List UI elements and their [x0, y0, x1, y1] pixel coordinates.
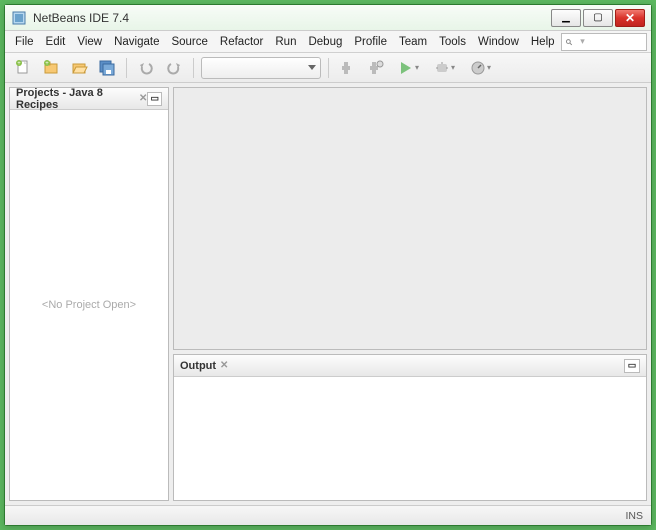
output-panel-title: Output: [180, 360, 216, 372]
close-tab-icon[interactable]: ✕: [220, 360, 228, 371]
menu-view[interactable]: View: [71, 34, 108, 50]
minimize-button[interactable]: ▁: [551, 9, 581, 27]
menu-help[interactable]: Help: [525, 34, 561, 50]
menu-run[interactable]: Run: [269, 34, 302, 50]
content-area: Projects - Java 8 Recipes ✕ ▭ <No Projec…: [5, 83, 651, 505]
run-button[interactable]: ▾: [392, 56, 424, 80]
open-project-button[interactable]: [67, 56, 91, 80]
editor-area[interactable]: [173, 87, 647, 350]
toolbar: + + ▾ ▾ ▾: [5, 53, 651, 83]
projects-panel-title: Projects - Java 8 Recipes: [16, 87, 135, 111]
close-tab-icon[interactable]: ✕: [139, 93, 147, 104]
config-combo[interactable]: [201, 57, 321, 79]
window-title: NetBeans IDE 7.4: [33, 11, 549, 25]
main-area: Output ✕ ▭: [173, 87, 647, 501]
menu-file[interactable]: File: [9, 34, 40, 50]
new-file-button[interactable]: +: [11, 56, 35, 80]
minimize-panel-icon[interactable]: ▭: [624, 359, 640, 373]
redo-button[interactable]: [162, 56, 186, 80]
menu-profile[interactable]: Profile: [348, 34, 393, 50]
menu-team[interactable]: Team: [393, 34, 433, 50]
minimize-panel-icon[interactable]: ▭: [147, 92, 162, 106]
app-icon: [11, 10, 27, 26]
menubar: File Edit View Navigate Source Refactor …: [5, 31, 651, 53]
menu-navigate[interactable]: Navigate: [108, 34, 165, 50]
search-input[interactable]: [593, 36, 643, 48]
profile-button[interactable]: ▾: [464, 56, 496, 80]
projects-panel-header[interactable]: Projects - Java 8 Recipes ✕ ▭: [10, 88, 168, 110]
toolbar-separator: [328, 58, 329, 78]
output-panel: Output ✕ ▭: [173, 354, 647, 501]
menu-window[interactable]: Window: [472, 34, 525, 50]
output-panel-header[interactable]: Output ✕ ▭: [174, 355, 646, 377]
menu-source[interactable]: Source: [165, 34, 213, 50]
new-project-button[interactable]: +: [39, 56, 63, 80]
app-window: NetBeans IDE 7.4 ▁ ▢ ✕ File Edit View Na…: [4, 4, 652, 526]
projects-panel-body: <No Project Open>: [10, 110, 168, 500]
search-dropdown-icon[interactable]: ▾: [574, 34, 591, 49]
debug-button[interactable]: ▾: [428, 56, 460, 80]
titlebar[interactable]: NetBeans IDE 7.4 ▁ ▢ ✕: [5, 5, 651, 31]
clean-build-button[interactable]: [364, 56, 388, 80]
no-project-label: <No Project Open>: [42, 299, 136, 311]
svg-text:+: +: [17, 61, 21, 67]
menu-tools[interactable]: Tools: [433, 34, 472, 50]
close-button[interactable]: ✕: [615, 9, 645, 27]
svg-text:+: +: [45, 61, 49, 67]
statusbar: INS: [5, 505, 651, 525]
toolbar-separator: [126, 58, 127, 78]
search-box[interactable]: ▾: [561, 33, 647, 51]
insert-mode-label[interactable]: INS: [625, 510, 643, 522]
search-icon: [565, 36, 573, 48]
menu-edit[interactable]: Edit: [40, 34, 72, 50]
maximize-button[interactable]: ▢: [583, 9, 613, 27]
projects-panel: Projects - Java 8 Recipes ✕ ▭ <No Projec…: [9, 87, 169, 501]
build-button[interactable]: [336, 56, 360, 80]
menu-refactor[interactable]: Refactor: [214, 34, 269, 50]
output-body[interactable]: [174, 377, 646, 500]
toolbar-separator: [193, 58, 194, 78]
undo-button[interactable]: [134, 56, 158, 80]
menu-debug[interactable]: Debug: [302, 34, 348, 50]
save-all-button[interactable]: [95, 56, 119, 80]
